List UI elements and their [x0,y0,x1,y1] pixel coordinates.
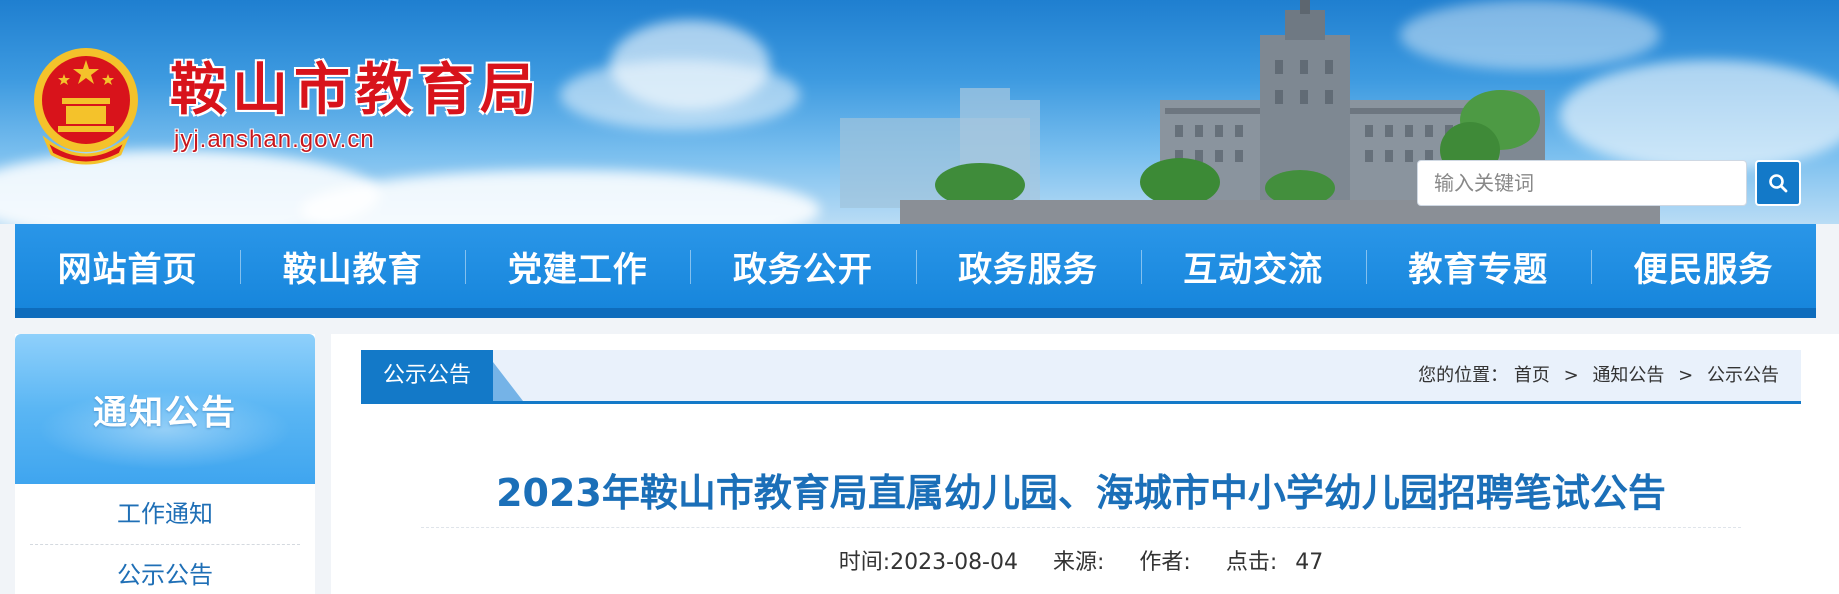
breadcrumb-separator: > [1563,365,1579,386]
search-button[interactable] [1755,160,1801,206]
article-meta: 时间:2023-08-04 来源: 作者: 点击: 47 [421,544,1741,576]
search-icon [1769,174,1788,193]
search-input[interactable] [1417,160,1747,206]
nav-item-party-building[interactable]: 党建工作 [465,224,690,308]
meta-author-label: 作者: [1139,550,1191,575]
nav-item-government-affairs[interactable]: 政务公开 [690,224,915,308]
sidebar: 通知公告 工作通知 公示公告 [15,334,315,594]
article-title: 2023年鞍山市教育局直属幼儿园、海城市中小学幼儿园招聘笔试公告 [496,471,1666,515]
section-tab: 公示公告 [361,350,493,401]
meta-time-value: 2023-08-04 [890,550,1018,575]
sidebar-title: 通知公告 [15,334,315,484]
nav-item-home[interactable]: 网站首页 [15,224,240,308]
nav-item-public-services[interactable]: 便民服务 [1590,224,1816,308]
meta-source: 来源: [1053,550,1104,575]
national-emblem-icon [34,48,138,165]
main-nav: 网站首页 鞍山教育 党建工作 政务公开 政务服务 互动交流 教育专题 便民服务 [15,224,1816,318]
main-content: 公示公告 您的位置： 首页 > 通知公告 > 公示公告 2023年鞍山市教育局直… [331,334,1839,594]
page: 鞍山市教育局 jyj.anshan.gov.cn 网站首页 鞍山教育 党建工作 … [0,0,1839,594]
sidebar-link-work-notices[interactable]: 工作通知 [30,484,300,545]
site-url: jyj.anshan.gov.cn [174,126,375,153]
meta-clicks: 点击: 47 [1226,550,1323,575]
section-tab-decoration [493,362,523,401]
breadcrumb-bar: 公示公告 您的位置： 首页 > 通知公告 > 公示公告 [361,350,1801,404]
breadcrumb-separator: > [1678,365,1694,386]
breadcrumb: 您的位置： 首页 > 通知公告 > 公示公告 [1418,350,1779,401]
breadcrumb-announcements[interactable]: 公示公告 [1707,365,1779,386]
nav-item-interaction[interactable]: 互动交流 [1140,224,1366,308]
sidebar-link-public-announcements[interactable]: 公示公告 [30,545,300,594]
breadcrumb-home[interactable]: 首页 [1514,365,1550,386]
header-banner: 鞍山市教育局 jyj.anshan.gov.cn [0,0,1839,224]
nav-item-education-topics[interactable]: 教育专题 [1365,224,1591,308]
meta-clicks-label: 点击: [1225,550,1278,575]
title-divider [421,527,1741,528]
nav-item-anshan-education[interactable]: 鞍山教育 [240,224,465,308]
nav-item-government-services[interactable]: 政务服务 [915,224,1141,308]
breadcrumb-prefix: 您的位置： [1418,365,1509,386]
meta-author: 作者: [1139,550,1190,575]
meta-clicks-value: 47 [1295,550,1324,575]
meta-time-label: 时间: [838,550,891,575]
site-name: 鞍山市教育局 [170,58,542,123]
meta-source-label: 来源: [1053,550,1105,575]
breadcrumb-notices[interactable]: 通知公告 [1592,365,1664,386]
meta-time: 时间:2023-08-04 [839,550,1018,575]
